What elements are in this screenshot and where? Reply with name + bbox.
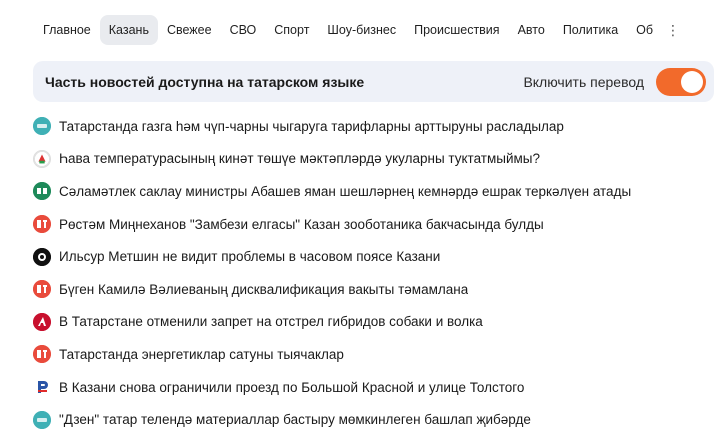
tab-politics[interactable]: Политика <box>554 15 627 45</box>
news-title: Һава температурасының кинәт төшүе мәктәп… <box>59 151 541 167</box>
bt-source-icon <box>33 280 51 299</box>
bt-source-icon <box>33 215 51 234</box>
news-item[interactable]: Сәламәтлек саклау министры Абашев яман ш… <box>33 175 714 208</box>
more-icon[interactable]: ⋮ <box>664 15 682 45</box>
tab-fresh[interactable]: Свежее <box>158 15 221 45</box>
city-emblem-icon <box>33 149 51 168</box>
news-item[interactable]: "Дзен" татар телендә материаллар бастыру… <box>33 403 714 432</box>
blue-source-icon <box>33 378 51 397</box>
green-source-icon <box>33 182 51 201</box>
news-title: Ильсур Метшин не видит проблемы в часово… <box>59 249 441 265</box>
news-item[interactable]: Татарстанда энергетиклар сатуны тыячакла… <box>33 338 714 371</box>
tab-main[interactable]: Главное <box>34 15 100 45</box>
news-item[interactable]: Һава температурасының кинәт төшүе мәктәп… <box>33 143 714 176</box>
news-item[interactable]: Рөстәм Миңнеханов "Замбези елгасы" Казан… <box>33 208 714 241</box>
news-title: В Татарстане отменили запрет на отстрел … <box>59 314 483 330</box>
teal-source-icon <box>33 410 51 429</box>
news-list: Татарстанда газга һәм чүп-чарны чыгаруга… <box>33 110 714 432</box>
tab-show-business[interactable]: Шоу-бизнес <box>318 15 405 45</box>
news-title: Рөстәм Миңнеханов "Замбези елгасы" Казан… <box>59 216 544 232</box>
black-source-icon <box>33 247 51 266</box>
bt-source-icon <box>33 345 51 364</box>
tab-svo[interactable]: СВО <box>221 15 266 45</box>
news-title: Татарстанда энергетиклар сатуны тыячакла… <box>59 346 344 362</box>
red-source-icon <box>33 312 51 331</box>
tab-auto[interactable]: Авто <box>509 15 554 45</box>
news-title: Сәламәтлек саклау министры Абашев яман ш… <box>59 183 632 199</box>
teal-source-icon <box>33 117 51 136</box>
news-title: "Дзен" татар телендә материаллар бастыру… <box>59 412 531 428</box>
news-item[interactable]: В Татарстане отменили запрет на отстрел … <box>33 306 714 339</box>
tab-sport[interactable]: Спорт <box>265 15 318 45</box>
news-item[interactable]: Ильсур Метшин не видит проблемы в часово… <box>33 240 714 273</box>
news-title: Бүген Камилә Вәлиеваның дисквалификация … <box>59 281 469 297</box>
news-title: Татарстанда газга һәм чүп-чарны чыгаруга… <box>59 118 564 134</box>
toggle-knob <box>681 70 703 93</box>
enable-translation-label[interactable]: Включить перевод <box>523 74 644 90</box>
tab-incidents[interactable]: Происшествия <box>405 15 508 45</box>
tab-kazan[interactable]: Казань <box>99 15 158 45</box>
rubric-tabs: Главное Казань Свежее СВО Спорт Шоу-бизн… <box>34 14 714 46</box>
translation-toggle[interactable] <box>656 67 706 96</box>
banner-text: Часть новостей доступна на татарском язы… <box>45 73 365 90</box>
news-item[interactable]: Бүген Камилә Вәлиеваның дисквалификация … <box>33 273 714 306</box>
translation-banner: Часть новостей доступна на татарском язы… <box>33 61 714 102</box>
news-item[interactable]: В Казани снова ограничили проезд по Боль… <box>33 371 714 404</box>
tab-society[interactable]: Об <box>627 15 662 45</box>
news-item[interactable]: Татарстанда газга һәм чүп-чарны чыгаруга… <box>33 110 714 143</box>
news-title: В Казани снова ограничили проезд по Боль… <box>59 379 525 395</box>
